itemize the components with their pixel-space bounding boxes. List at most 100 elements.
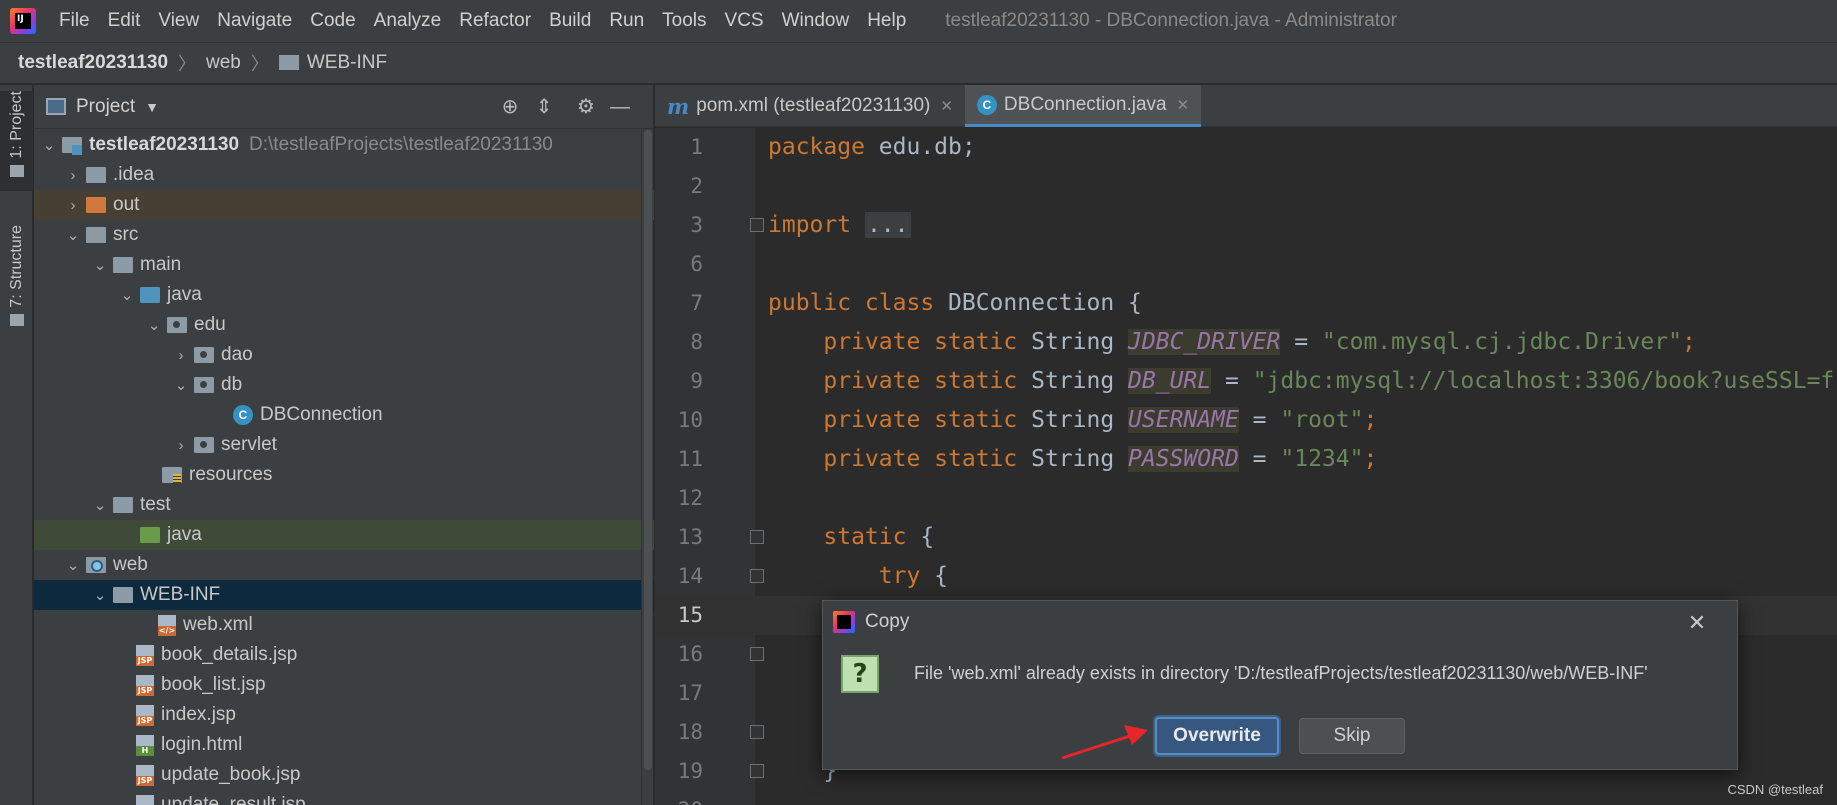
chevron-down-icon[interactable]: ⌄: [91, 586, 109, 604]
tree-item-edu[interactable]: ⌄ edu: [34, 310, 654, 340]
tree-item-web-inf[interactable]: ⌄ WEB-INF: [34, 580, 654, 610]
dialog-message: File 'web.xml' already exists in directo…: [914, 663, 1648, 683]
close-icon[interactable]: ✕: [1177, 96, 1190, 114]
tree-item-main[interactable]: ⌄ main: [34, 250, 654, 280]
menu-file[interactable]: File: [50, 0, 99, 42]
breadcrumb-project[interactable]: testleaf20231130: [18, 52, 168, 74]
tree-item-book-list[interactable]: JSP book_list.jsp: [34, 670, 654, 700]
close-icon[interactable]: ✕: [940, 97, 953, 115]
tree-item-db[interactable]: ⌄ db: [34, 370, 654, 400]
tree-item-test[interactable]: ⌄ test: [34, 490, 654, 520]
line-number: 7: [690, 291, 703, 315]
breadcrumb-separator-icon: 〉: [250, 54, 269, 74]
gear-icon[interactable]: ⚙: [574, 95, 598, 119]
menu-window[interactable]: Window: [773, 0, 859, 42]
tree-item-servlet[interactable]: › servlet: [34, 430, 654, 460]
tree-item-label: edu: [194, 314, 226, 335]
dialog-title: Copy: [865, 611, 910, 632]
chevron-down-icon[interactable]: ⌄: [91, 496, 109, 514]
code-line: 7 public class DBConnection {: [655, 284, 1837, 323]
chevron-down-icon[interactable]: ⌄: [64, 556, 82, 574]
watermark: CSDN @testleaf: [1727, 782, 1823, 797]
close-icon[interactable]: ✕: [1685, 610, 1709, 636]
folded-imports[interactable]: ...: [864, 212, 911, 238]
chevron-right-icon[interactable]: ›: [64, 197, 82, 214]
line-number: 9: [690, 369, 703, 393]
tree-item-resources[interactable]: resources: [34, 460, 654, 490]
fold-collapse-icon[interactable]: [750, 764, 764, 778]
chevron-down-icon[interactable]: ⌄: [91, 256, 109, 274]
chevron-down-icon[interactable]: ⌄: [145, 316, 163, 334]
dialog-titlebar[interactable]: Copy: [823, 601, 1737, 643]
tree-item-project-root[interactable]: ⌄ testleaf20231130 D:\testleafProjects\t…: [34, 130, 654, 160]
tree-scrollbar[interactable]: [641, 130, 653, 805]
menu-view[interactable]: View: [149, 0, 208, 42]
code-line: 3 import ...: [655, 206, 1837, 245]
tree-item-web-xml[interactable]: </> web.xml: [34, 610, 654, 640]
fold-collapse-icon[interactable]: [750, 530, 764, 544]
code-line: 14 try {: [655, 557, 1837, 596]
chevron-down-icon[interactable]: ⌄: [64, 226, 82, 244]
fold-expand-icon[interactable]: [750, 218, 764, 232]
menu-tools[interactable]: Tools: [653, 0, 715, 42]
tree-scrollbar-thumb[interactable]: [644, 130, 652, 770]
tab-pom-xml[interactable]: m pom.xml (testleaf20231130) ✕: [655, 85, 965, 127]
line-number: 1: [690, 135, 703, 159]
menu-run[interactable]: Run: [600, 0, 653, 42]
tab-dbconnection-java[interactable]: C DBConnection.java ✕: [964, 85, 1202, 127]
tree-item-dao[interactable]: › dao: [34, 340, 654, 370]
chevron-right-icon[interactable]: ›: [172, 437, 190, 454]
tree-item-out[interactable]: › out: [34, 190, 654, 220]
tree-item-web[interactable]: ⌄ web: [34, 550, 654, 580]
folder-icon: [278, 54, 299, 70]
fold-collapse-icon[interactable]: [750, 569, 764, 583]
chevron-down-icon[interactable]: ⌄: [40, 136, 58, 154]
code-text: public class DBConnection {: [768, 290, 1142, 316]
menu-code[interactable]: Code: [301, 0, 364, 42]
jsp-file-icon: JSP: [136, 674, 154, 696]
chevron-right-icon[interactable]: ›: [64, 167, 82, 184]
overwrite-button[interactable]: Overwrite: [1155, 717, 1279, 755]
tree-item-update-book[interactable]: JSP update_book.jsp: [34, 760, 654, 790]
chevron-right-icon[interactable]: ›: [172, 347, 190, 364]
fold-collapse-icon[interactable]: [750, 725, 764, 739]
tree-item-update-result[interactable]: JSP update_result.jsp: [34, 790, 654, 805]
locate-file-icon[interactable]: ⊕: [498, 95, 522, 119]
tree-item-book-details[interactable]: JSP book_details.jsp: [34, 640, 654, 670]
collapse-all-icon[interactable]: ⇕: [532, 95, 556, 119]
menu-build[interactable]: Build: [540, 0, 600, 42]
tree-item-src[interactable]: ⌄ src: [34, 220, 654, 250]
tab-label: pom.xml (testleaf20231130): [696, 95, 931, 116]
tree-item-test-java[interactable]: java: [34, 520, 654, 550]
maven-icon: m: [667, 93, 690, 119]
tree-item-login[interactable]: H login.html: [34, 730, 654, 760]
hide-panel-icon[interactable]: —: [608, 95, 632, 119]
menu-help[interactable]: Help: [858, 0, 915, 42]
intellij-logo-icon: [833, 611, 855, 633]
menu-vcs[interactable]: VCS: [716, 0, 773, 42]
tool-tab-project[interactable]: 1: Project: [0, 91, 33, 191]
tree-item-idea[interactable]: › .idea: [34, 160, 654, 190]
project-view-selector[interactable]: Project: [76, 96, 135, 118]
chevron-down-icon[interactable]: ⌄: [172, 376, 190, 394]
skip-button[interactable]: Skip: [1299, 718, 1405, 754]
menu-refactor[interactable]: Refactor: [450, 0, 540, 42]
menu-analyze[interactable]: Analyze: [365, 0, 451, 42]
fold-collapse-icon[interactable]: [750, 647, 764, 661]
code-line: 6: [655, 245, 1837, 284]
chevron-down-icon[interactable]: ▼: [145, 99, 159, 115]
breadcrumb-web-inf[interactable]: WEB-INF: [278, 52, 387, 74]
menu-navigate[interactable]: Navigate: [208, 0, 301, 42]
tree-item-main-java[interactable]: ⌄ java: [34, 280, 654, 310]
tree-item-dbconnection[interactable]: C DBConnection: [34, 400, 654, 430]
window-title: testleaf20231130 - DBConnection.java - A…: [945, 10, 1397, 31]
tree-item-index[interactable]: JSP index.jsp: [34, 700, 654, 730]
code-line: 12: [655, 479, 1837, 518]
tree-item-label: db: [221, 374, 243, 395]
chevron-down-icon[interactable]: ⌄: [118, 286, 136, 304]
breadcrumb-web[interactable]: web: [206, 52, 241, 74]
tool-tab-structure[interactable]: 7: Structure: [0, 225, 33, 345]
line-number: 10: [677, 408, 703, 432]
menu-edit[interactable]: Edit: [99, 0, 150, 42]
folder-icon: [113, 257, 133, 273]
